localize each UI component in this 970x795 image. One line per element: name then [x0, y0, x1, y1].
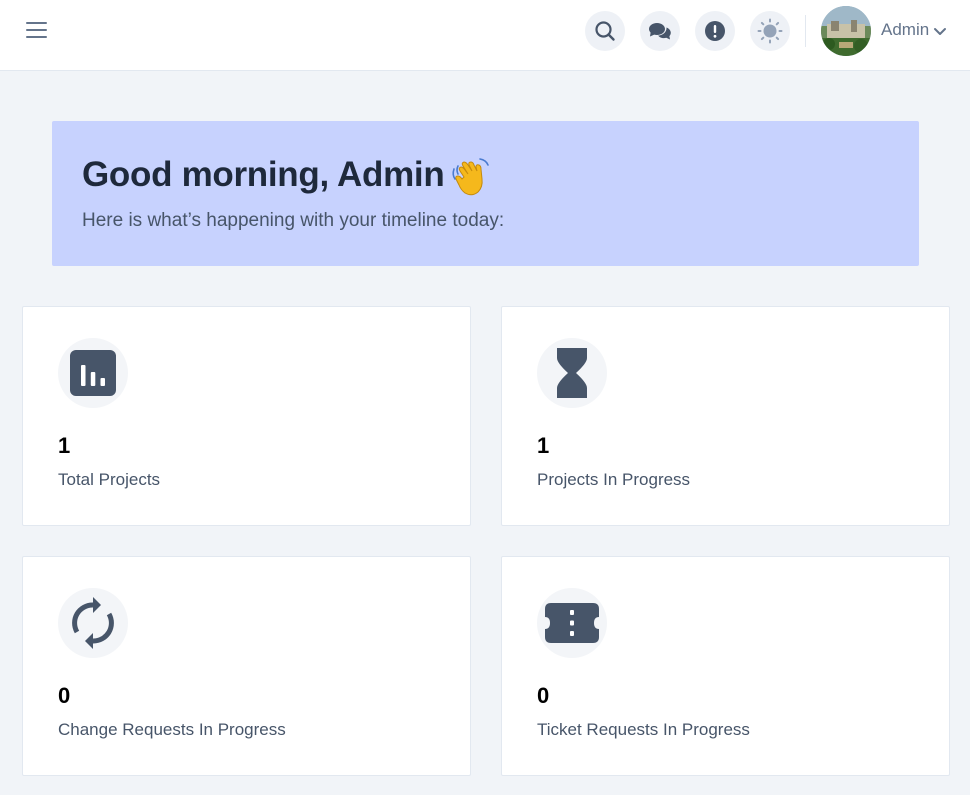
hourglass-icon — [557, 348, 587, 398]
stat-card-ticket-requests[interactable]: 0 Ticket Requests In Progress — [501, 556, 950, 776]
stat-card-change-requests[interactable]: 0 Change Requests In Progress — [22, 556, 471, 776]
chevron-down-icon[interactable] — [933, 27, 947, 37]
welcome-banner: Good morning, Admin Here is what’s happe… — [52, 121, 919, 266]
stat-value: 0 — [58, 683, 71, 708]
messages-button[interactable] — [640, 11, 680, 51]
theme-toggle-button[interactable] — [750, 11, 790, 51]
stat-label: Ticket Requests In Progress — [537, 720, 750, 739]
refresh-icon — [72, 597, 114, 649]
top-navbar: Admin — [0, 0, 970, 71]
stat-value: 1 — [537, 433, 550, 458]
greeting-subtitle: Here is what’s happening with your timel… — [82, 210, 505, 231]
avatar[interactable] — [821, 6, 871, 56]
alert-icon — [705, 21, 725, 41]
header-divider — [805, 15, 806, 47]
stat-value: 0 — [537, 683, 550, 708]
stat-label: Total Projects — [58, 470, 161, 489]
notifications-button[interactable] — [695, 11, 735, 51]
theme-toggle-icon — [757, 18, 783, 44]
search-icon — [595, 21, 615, 41]
stat-value: 1 — [58, 433, 71, 458]
stat-label: Projects In Progress — [537, 470, 691, 489]
ticket-icon — [545, 603, 599, 643]
search-button[interactable] — [585, 11, 625, 51]
stat-card-total-projects[interactable]: 1 Total Projects — [22, 306, 471, 526]
stat-label: Change Requests In Progress — [58, 720, 286, 739]
greeting-title: Good morning, Admin — [82, 155, 445, 194]
chat-icon — [649, 23, 671, 40]
bar-chart-icon — [70, 350, 116, 396]
menu-icon[interactable] — [26, 20, 48, 42]
stat-card-projects-in-progress[interactable]: 1 Projects In Progress — [501, 306, 950, 526]
waving-hand-icon — [452, 158, 489, 196]
user-name[interactable]: Admin — [881, 20, 929, 40]
